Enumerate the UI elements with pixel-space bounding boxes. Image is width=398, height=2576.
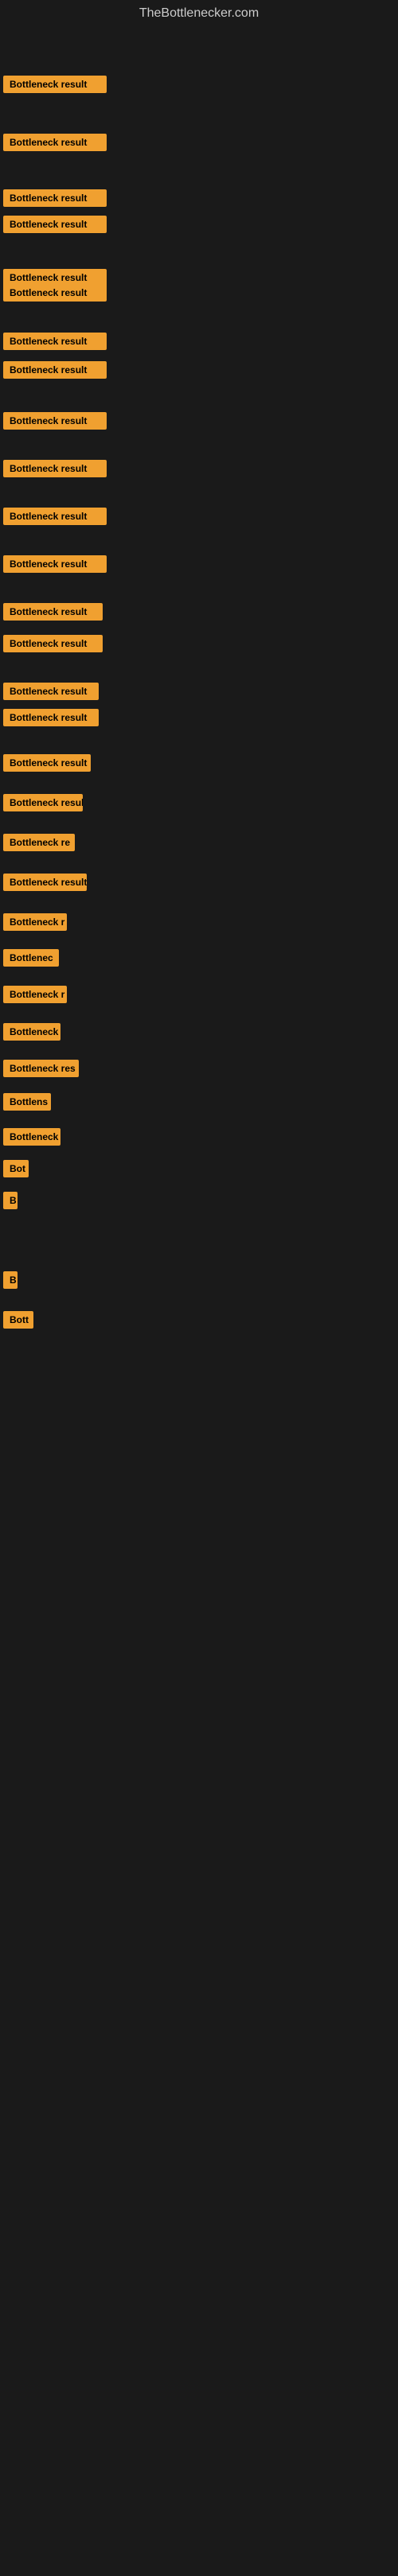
- bottleneck-badge: Bottleneck result: [3, 709, 99, 726]
- bottleneck-badge: Bot: [3, 1160, 29, 1177]
- bottleneck-item[interactable]: Bottleneck result: [3, 508, 107, 529]
- bottleneck-item[interactable]: B: [3, 1271, 18, 1293]
- bottleneck-item[interactable]: Bottleneck result: [3, 603, 103, 625]
- bottleneck-badge: Bottleneck result: [3, 284, 107, 302]
- bottleneck-item[interactable]: Bottleneck result: [3, 189, 107, 211]
- bottleneck-badge: Bottleneck result: [3, 754, 91, 772]
- bottleneck-badge: Bottleneck result: [3, 555, 107, 573]
- bottleneck-badge: Bottleneck result: [3, 508, 107, 525]
- bottleneck-item[interactable]: Bottleneck result: [3, 635, 103, 656]
- bottleneck-badge: Bottleneck result: [3, 412, 107, 430]
- bottleneck-badge: Bottleneck result: [3, 333, 107, 350]
- bottleneck-item[interactable]: Bottleneck result: [3, 216, 107, 237]
- bottleneck-badge: B: [3, 1192, 18, 1209]
- bottleneck-item[interactable]: Bottlens: [3, 1093, 51, 1115]
- bottleneck-item[interactable]: Bottleneck result: [3, 683, 99, 704]
- site-title: TheBottlenecker.com: [0, 0, 398, 30]
- bottleneck-item[interactable]: Bott: [3, 1311, 33, 1333]
- bottleneck-item[interactable]: Bottleneck result: [3, 361, 107, 383]
- bottleneck-item[interactable]: Bot: [3, 1160, 29, 1181]
- bottleneck-item[interactable]: Bottleneck result: [3, 333, 107, 354]
- bottleneck-badge: Bottlens: [3, 1093, 51, 1111]
- bottleneck-badge: Bottleneck result: [3, 460, 107, 477]
- bottleneck-item[interactable]: Bottlenec: [3, 949, 59, 971]
- bottleneck-item[interactable]: Bottleneck: [3, 1023, 60, 1045]
- bottleneck-item[interactable]: Bottleneck result: [3, 555, 107, 577]
- bottleneck-badge: Bottleneck result: [3, 874, 87, 891]
- bottleneck-item[interactable]: Bottleneck result: [3, 134, 107, 155]
- bottleneck-item[interactable]: B: [3, 1192, 18, 1213]
- bottleneck-badge: Bottleneck r: [3, 913, 67, 931]
- bottleneck-badge: Bottleneck result: [3, 635, 103, 652]
- bottleneck-badge: Bottleneck: [3, 1023, 60, 1041]
- bottleneck-badge: Bottleneck result: [3, 76, 107, 93]
- bottleneck-item[interactable]: Bottleneck result: [3, 874, 87, 895]
- bottleneck-item[interactable]: Bottleneck: [3, 1128, 60, 1150]
- items-container: Bottleneck result Bottleneck result Bottle…: [0, 30, 398, 2576]
- bottleneck-badge: Bottleneck r: [3, 986, 67, 1003]
- bottleneck-badge: Bottleneck result: [3, 189, 107, 207]
- bottleneck-badge: Bottleneck result: [3, 794, 83, 811]
- bottleneck-item[interactable]: Bottleneck result: [3, 794, 83, 815]
- bottleneck-item[interactable]: Bottleneck result: [3, 412, 107, 434]
- bottleneck-item[interactable]: Bottleneck result: [3, 754, 91, 776]
- bottleneck-item[interactable]: Bottleneck r: [3, 986, 67, 1007]
- bottleneck-badge: Bottleneck res: [3, 1060, 79, 1077]
- bottleneck-item[interactable]: Bottleneck result: [3, 76, 107, 97]
- bottleneck-badge: B: [3, 1271, 18, 1289]
- bottleneck-item[interactable]: Bottleneck r: [3, 913, 67, 935]
- bottleneck-badge: Bottleneck result: [3, 683, 99, 700]
- bottleneck-badge: Bottlenec: [3, 949, 59, 967]
- bottleneck-item[interactable]: Bottleneck result: [3, 460, 107, 481]
- bottleneck-item[interactable]: Bottleneck re: [3, 834, 75, 855]
- bottleneck-item[interactable]: Bottleneck result: [3, 284, 107, 305]
- bottleneck-item[interactable]: Bottleneck result: [3, 709, 99, 730]
- bottleneck-badge: Bottleneck: [3, 1128, 60, 1146]
- bottleneck-item[interactable]: Bottleneck res: [3, 1060, 79, 1081]
- bottleneck-badge: Bottleneck result: [3, 361, 107, 379]
- bottleneck-badge: Bottleneck result: [3, 134, 107, 151]
- bottleneck-badge: Bott: [3, 1311, 33, 1329]
- bottleneck-badge: Bottleneck result: [3, 603, 103, 621]
- bottleneck-badge: Bottleneck re: [3, 834, 75, 851]
- bottleneck-badge: Bottleneck result: [3, 216, 107, 233]
